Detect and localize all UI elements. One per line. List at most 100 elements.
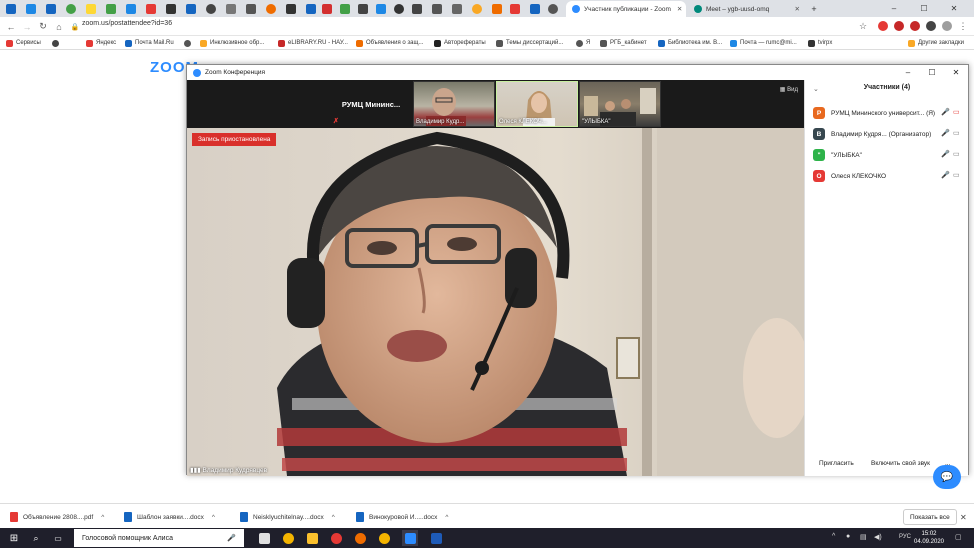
bookmark-item[interactable] [184, 38, 194, 48]
tab-meet[interactable]: Meet – ygb-uusd-omq ✕ [688, 1, 806, 17]
thumb-rumc[interactable]: РУМЦ Мининс... ✗ [330, 81, 412, 127]
zoom-close-button[interactable]: ✕ [945, 65, 967, 80]
pinned-tab[interactable] [144, 2, 158, 15]
thumb-video[interactable]: Владимир Кудр... [413, 81, 495, 127]
puzzle-icon[interactable] [926, 21, 936, 31]
view-button[interactable]: ▦ Вид [780, 86, 798, 93]
menu-icon[interactable]: ⋮ [956, 20, 970, 33]
pinned-tab[interactable] [374, 2, 388, 15]
pinned-tab[interactable] [84, 2, 98, 15]
star-icon[interactable]: ☆ [856, 20, 870, 33]
avatar[interactable] [942, 21, 952, 31]
close-tab-icon[interactable]: ✕ [789, 5, 800, 13]
bookmark-item[interactable]: РГБ_кабинет [600, 38, 647, 48]
pinned-tab[interactable] [410, 2, 424, 15]
zoom-maximize-button[interactable]: ☐ [921, 65, 943, 80]
extension-icon[interactable] [894, 21, 904, 31]
search-icon[interactable]: ⌕ [28, 530, 44, 546]
chevron-up-icon[interactable]: ^ [101, 514, 104, 521]
close-tab-icon[interactable]: ✕ [671, 5, 682, 13]
thumb-video[interactable]: Олеся КЛЕКОЧ... [496, 81, 578, 127]
word-icon[interactable] [428, 530, 444, 546]
bookmark-item[interactable]: Библиотека им. В... [658, 38, 722, 48]
close-window-button[interactable]: ✕ [940, 0, 968, 17]
explorer-icon[interactable] [304, 530, 320, 546]
chevron-up-icon[interactable]: ^ [332, 514, 335, 521]
bookmark-item[interactable]: Объявления о защ... [356, 38, 423, 48]
chat-bubble-icon[interactable]: 💬 [933, 465, 961, 489]
download-item[interactable]: Объявление 2808....pdf ^ [10, 509, 104, 525]
tray-app-icon[interactable]: ● [846, 533, 850, 540]
back-icon[interactable]: ← [4, 20, 18, 33]
pinned-tab[interactable] [224, 2, 238, 15]
tray-chevron-icon[interactable]: ^ [832, 533, 835, 540]
download-item[interactable]: Шаблон заявки....docx ^ [124, 509, 215, 525]
pinned-tab[interactable] [356, 2, 370, 15]
pinned-tab[interactable] [284, 2, 298, 15]
task-view-icon[interactable]: ▭ [50, 530, 66, 546]
pinned-tab[interactable] [4, 2, 18, 15]
pinned-tab[interactable] [124, 2, 138, 15]
pinned-tab[interactable] [44, 2, 58, 15]
bookmark-item[interactable]: Почта Mail.Ru [125, 38, 174, 48]
bookmark-item[interactable]: Я [576, 38, 590, 48]
pinned-tab[interactable] [450, 2, 464, 15]
clock[interactable]: 15:02 04.09.2020 [909, 530, 949, 546]
new-tab-button[interactable]: + [806, 0, 822, 17]
invite-button[interactable]: Пригласить [815, 456, 858, 470]
pinned-tab[interactable] [508, 2, 522, 15]
volume-icon[interactable]: ◀) [874, 533, 882, 541]
app-icon[interactable] [376, 530, 392, 546]
participant-row[interactable]: Р РУМЦ Мининского университ... (Я) 🎤 ▭ [813, 106, 963, 120]
pinned-tab[interactable] [244, 2, 258, 15]
pinned-tab[interactable] [430, 2, 444, 15]
bookmark-item[interactable]: Авторефераты [434, 38, 486, 48]
bookmark-item[interactable]: Почта — rumc@mi... [730, 38, 797, 48]
reload-icon[interactable]: ↻ [36, 20, 50, 33]
pinned-tab[interactable] [104, 2, 118, 15]
bookmark-item[interactable]: Яндекс [86, 38, 116, 48]
pinned-tab[interactable] [528, 2, 542, 15]
unmute-button[interactable]: Включить свой звук [867, 456, 934, 470]
windows-start-icon[interactable]: ⊞ [8, 532, 20, 544]
pinned-tab[interactable] [24, 2, 38, 15]
zoom-app-icon[interactable] [402, 530, 418, 546]
pinned-tab[interactable] [490, 2, 504, 15]
pinned-tab[interactable] [470, 2, 484, 15]
participant-row[interactable]: " "УЛЫБКА" 🎤 ▭ [813, 148, 963, 162]
search-input[interactable]: Голосовой помощник Алиса 🎤 [74, 529, 244, 547]
minimize-button[interactable]: – [880, 0, 908, 17]
close-icon[interactable]: ✕ [960, 513, 967, 522]
bookmark-item[interactable]: eLIBRARY.RU - НАУ... [278, 38, 348, 48]
app-icon[interactable] [352, 530, 368, 546]
chevron-up-icon[interactable]: ^ [445, 514, 448, 521]
address-bar[interactable]: zoom.us/postattendee?id=36 [82, 20, 172, 27]
participant-row[interactable]: О Олеся КЛЕКОЧКО 🎤 ▭ [813, 169, 963, 183]
pinned-tab[interactable] [338, 2, 352, 15]
extension-icon[interactable] [910, 21, 920, 31]
chevron-up-icon[interactable]: ^ [212, 514, 215, 521]
bookmark-item[interactable]: Сервисы [6, 38, 41, 48]
tab-zoom[interactable]: Участник публикации - Zoom ✕ [566, 1, 686, 17]
yandex-browser-icon[interactable] [328, 530, 344, 546]
pinned-tab[interactable] [184, 2, 198, 15]
bookmark-folder[interactable]: Другие закладки [908, 38, 964, 48]
pinned-tab[interactable] [392, 2, 406, 15]
network-icon[interactable]: ▤ [860, 533, 867, 541]
maximize-button[interactable]: ☐ [910, 0, 938, 17]
show-all-button[interactable]: Показать все [903, 509, 957, 525]
zoom-minimize-button[interactable]: – [897, 65, 919, 80]
download-item[interactable]: Винокуровой И.....docx ^ [356, 509, 448, 525]
bookmark-item[interactable] [52, 38, 62, 48]
download-item[interactable]: Neisklyuchitelnay....docx ^ [240, 509, 335, 525]
thumb-video[interactable]: "УЛЫБКА" [579, 81, 661, 127]
home-icon[interactable]: ⌂ [52, 20, 66, 33]
pinned-tab[interactable] [164, 2, 178, 15]
participant-row[interactable]: В Владимир Кудря... (Организатор) 🎤 ▭ [813, 127, 963, 141]
extension-icon[interactable] [878, 21, 888, 31]
bookmark-item[interactable]: Инклюзивное обр... [200, 38, 264, 48]
pinned-tab[interactable] [304, 2, 318, 15]
pinned-tab[interactable] [320, 2, 334, 15]
pinned-tab[interactable] [64, 2, 78, 15]
notifications-icon[interactable]: ▢ [955, 533, 962, 541]
